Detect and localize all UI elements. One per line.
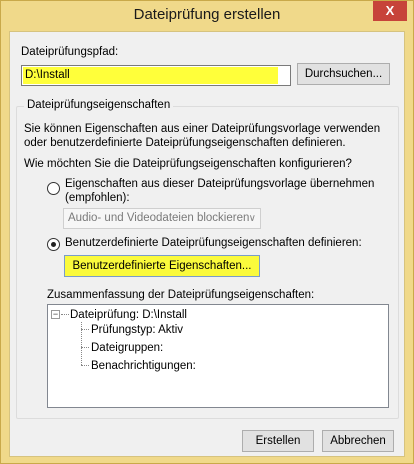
collapse-icon[interactable]: − <box>51 310 60 319</box>
path-label: Dateiprüfungspfad: <box>21 46 119 58</box>
title-bar[interactable]: Dateiprüfung erstellen X <box>1 1 413 31</box>
tree-child-item[interactable]: Prüfungstyp: Aktiv <box>91 323 183 337</box>
tree-root-item[interactable]: Dateiprüfung: D:\Install <box>70 308 187 322</box>
template-select: Audio- und Videodateien blockieren ∨ <box>63 208 261 229</box>
properties-description: Sie können Eigenschaften aus einer Datei… <box>24 123 381 149</box>
tree-child-item[interactable]: Benachrichtigungen: <box>91 359 196 373</box>
custom-option-label[interactable]: Benutzerdefinierte Dateiprüfungseigensch… <box>65 237 362 249</box>
summary-label: Zusammenfassung der Dateiprüfungseigensc… <box>47 289 315 301</box>
dialog-client-area: Dateiprüfungspfad: D:\Install Durchsuche… <box>9 31 405 457</box>
window-title: Dateiprüfung erstellen <box>133 6 281 23</box>
create-button[interactable]: Erstellen <box>242 430 314 452</box>
tree-child-item[interactable]: Dateigruppen: <box>91 341 163 355</box>
config-question: Wie möchten Sie die Dateiprüfungseigensc… <box>24 158 352 170</box>
close-button[interactable]: X <box>373 1 407 21</box>
chevron-down-icon: ∨ <box>248 213 256 224</box>
template-option-label-line1: Eigenschaften aus dieser Dateiprüfungsvo… <box>65 178 375 190</box>
summary-tree[interactable]: − Dateiprüfung: D:\Install Prüfungstyp: … <box>47 304 389 408</box>
properties-group-legend: Dateiprüfungseigenschaften <box>24 99 174 111</box>
path-field[interactable]: D:\Install <box>21 65 291 86</box>
path-value: D:\Install <box>23 67 278 84</box>
custom-option-radio[interactable] <box>47 238 60 251</box>
template-option-label-line2: (empfohlen): <box>65 192 130 204</box>
cancel-button[interactable]: Abbrechen <box>322 430 394 452</box>
template-option-radio[interactable] <box>47 182 60 195</box>
custom-properties-button[interactable]: Benutzerdefinierte Eigenschaften... <box>64 255 260 277</box>
template-option-label[interactable]: Eigenschaften aus dieser Dateiprüfungsvo… <box>65 177 374 205</box>
browse-button[interactable]: Durchsuchen... <box>297 63 390 85</box>
template-select-value: Audio- und Videodateien blockieren <box>68 212 250 224</box>
dialog-window: Dateiprüfung erstellen X Dateiprüfungspf… <box>0 0 414 464</box>
